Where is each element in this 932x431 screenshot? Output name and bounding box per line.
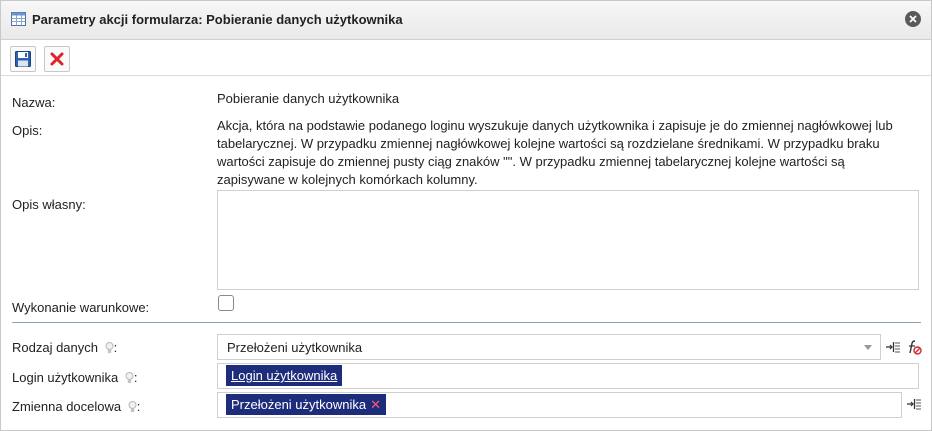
data-type-label: Rodzaj danych : [12, 340, 118, 355]
own-description-label: Opis własny: [12, 197, 86, 212]
login-label: Login użytkownika : [12, 370, 138, 385]
login-variable-chip[interactable]: Login użytkownika [226, 365, 343, 386]
name-value: Pobieranie danych użytkownika [217, 91, 400, 106]
section-divider [12, 322, 921, 323]
description-label: Opis: [12, 123, 43, 138]
cancel-button[interactable] [44, 46, 70, 72]
function-icon[interactable] [906, 339, 922, 355]
insert-variable-icon[interactable] [885, 339, 901, 355]
conditional-label: Wykonanie warunkowe: [12, 300, 150, 315]
login-field[interactable]: Login użytkownika [217, 363, 919, 389]
target-variable-chip[interactable]: Przełożeni użytkownika ✕ [226, 394, 387, 415]
dialog-title: Parametry akcji formularza: Pobieranie d… [32, 12, 403, 27]
lightbulb-hint-icon[interactable] [128, 401, 137, 413]
insert-variable-icon[interactable] [906, 396, 922, 412]
target-variable-label: Zmienna docelowa : [12, 399, 141, 414]
floppy-save-icon [15, 51, 31, 67]
dialog-toolbar [1, 40, 931, 76]
lightbulb-hint-icon[interactable] [125, 372, 134, 384]
close-icon[interactable] [905, 11, 921, 27]
target-variable-chip-label: Przełożeni użytkownika [231, 397, 367, 412]
description-value: Akcja, która na podstawie podanego login… [217, 118, 893, 187]
conditional-checkbox[interactable] [218, 295, 234, 311]
name-label: Nazwa: [12, 95, 56, 110]
chevron-down-icon [864, 345, 872, 350]
remove-chip-icon[interactable]: ✕ [370, 394, 381, 415]
dialog-titlebar: Parametry akcji formularza: Pobieranie d… [1, 1, 931, 40]
red-x-icon [50, 52, 64, 66]
save-button[interactable] [10, 46, 36, 72]
data-type-select[interactable]: Przełożeni użytkownika [217, 334, 881, 360]
target-variable-field[interactable]: Przełożeni użytkownika ✕ [217, 392, 902, 418]
action-parameters-dialog: Parametry akcji formularza: Pobieranie d… [0, 0, 932, 431]
lightbulb-hint-icon[interactable] [105, 342, 114, 354]
own-description-textarea[interactable] [217, 190, 919, 290]
table-icon [11, 12, 26, 26]
data-type-selected: Przełożeni użytkownika [227, 340, 363, 355]
